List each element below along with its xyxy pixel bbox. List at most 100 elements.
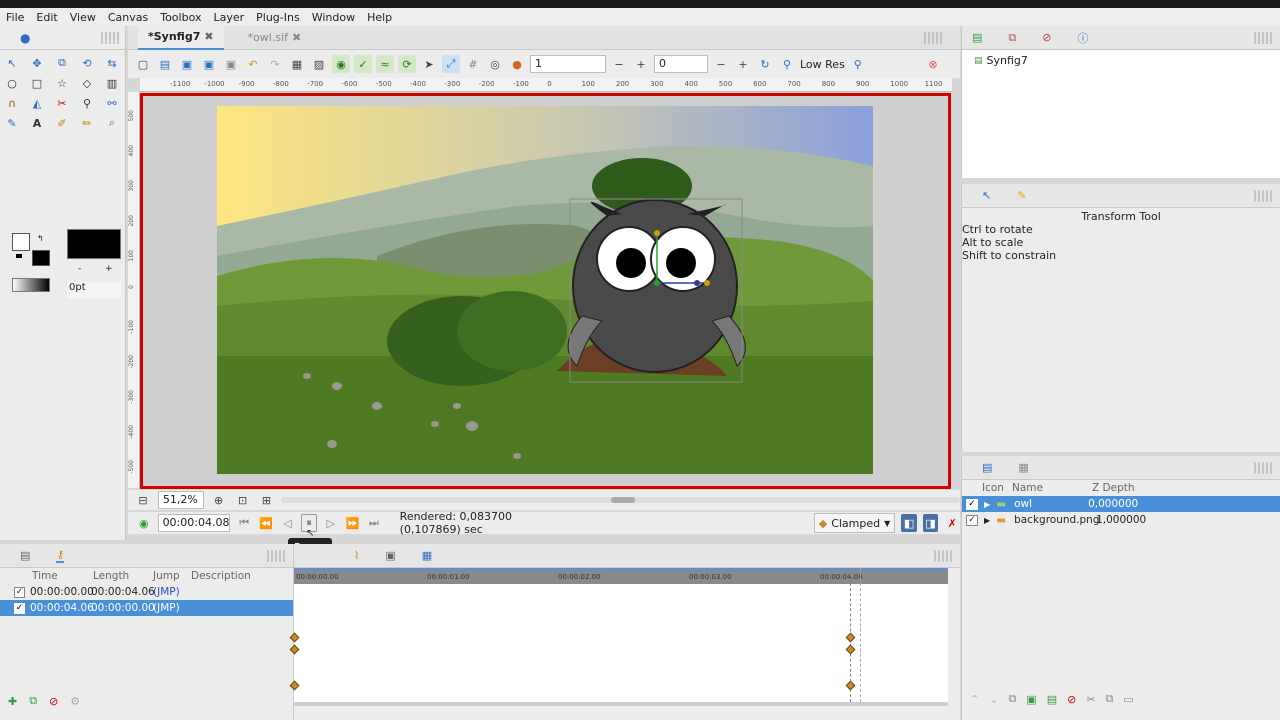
duplicate-layer-icon[interactable]: ⧉	[1008, 692, 1016, 706]
navigator-tab-icon[interactable]: ⊘	[1042, 31, 1051, 44]
seek-end-icon[interactable]: ⏭	[366, 514, 382, 532]
ungroup-layer-icon[interactable]: ▤	[1047, 693, 1057, 706]
spline-tool-icon[interactable]: ∩	[3, 94, 21, 112]
timetrack-area[interactable]	[289, 568, 948, 702]
undo-icon[interactable]: ↶	[244, 55, 262, 73]
rotate-tool-icon[interactable]: ⟲	[78, 54, 96, 72]
checkbox-checked-icon[interactable]: ✓	[966, 514, 978, 526]
new-file-icon[interactable]: ▢	[134, 55, 152, 73]
toolbox-tab-icon[interactable]: ●	[20, 31, 30, 45]
expand-icon[interactable]: ▶	[984, 516, 990, 525]
curves-tab-icon[interactable]: ⌇	[354, 549, 359, 562]
default-colors-icon[interactable]	[16, 254, 22, 258]
col-icon[interactable]: Icon	[982, 482, 1012, 494]
sketch-tool-icon[interactable]: ✐	[53, 114, 71, 132]
keyframe-lock-future-icon[interactable]: ◨	[922, 514, 939, 532]
quality-icon[interactable]: ⚲	[849, 55, 867, 73]
keyframe-time[interactable]: 00:00:04.06	[30, 602, 94, 614]
save-all-icon[interactable]: ▣	[222, 55, 240, 73]
zoom-in-icon[interactable]: ⊕	[210, 491, 228, 509]
fill-color-swatch[interactable]	[32, 250, 50, 266]
dock-grip[interactable]	[934, 549, 952, 562]
seek-begin-icon[interactable]: ⏮	[236, 514, 252, 532]
interpolation-select[interactable]: ◆ Clamped ▼	[813, 513, 896, 533]
keyframes-tab-icon[interactable]: ⚷	[56, 548, 65, 563]
next-keyframe-icon[interactable]: ⏩	[345, 514, 361, 532]
zoom-value[interactable]: 51,2%	[157, 491, 204, 509]
preview-icon[interactable]: ▨	[310, 55, 328, 73]
menu-plugins[interactable]: Plug-Ins	[256, 11, 300, 24]
keyframe-jump[interactable]: (JMP)	[153, 586, 180, 598]
dock-grip[interactable]	[924, 32, 942, 44]
onion-past-increment[interactable]: +	[632, 55, 650, 73]
bone-tool-icon[interactable]: ⚯	[103, 94, 121, 112]
width-increase-button[interactable]: +	[105, 264, 113, 274]
menu-toolbox[interactable]: Toolbox	[160, 11, 201, 24]
artboard[interactable]	[217, 106, 873, 474]
canvas-browser-tab-icon[interactable]: ▤	[972, 31, 982, 44]
dock-grip[interactable]	[101, 31, 119, 44]
outline-color-swatch[interactable]	[12, 233, 30, 251]
save-as-icon[interactable]: ▣	[200, 55, 218, 73]
polygon-tool-icon[interactable]: ◇	[78, 74, 96, 92]
history-tab-icon[interactable]: ✎	[1017, 189, 1026, 202]
keyframe-jump[interactable]: (JMP)	[153, 602, 180, 614]
onion-future-field[interactable]: 0	[654, 55, 708, 73]
menu-edit[interactable]: Edit	[36, 11, 57, 24]
tab-synfig7[interactable]: *Synfig7 ✖	[138, 25, 224, 50]
draw-tool-icon[interactable]: ✎	[3, 114, 21, 132]
save-icon[interactable]: ▣	[178, 55, 196, 73]
zoom-100-icon[interactable]: ⊞	[258, 491, 276, 509]
eyedrop-tool-icon[interactable]: ⚲	[78, 94, 96, 112]
gradient-swatch[interactable]	[12, 278, 50, 292]
waypoint[interactable]	[845, 680, 856, 691]
remove-keyframe-icon[interactable]: ⊘	[49, 695, 58, 708]
checkbox-checked-icon[interactable]: ✓	[14, 602, 25, 614]
menu-view[interactable]: View	[70, 11, 96, 24]
onion-skin-icon[interactable]: ●	[508, 55, 526, 73]
keyframe-row[interactable]: ✓ 00:00:04.06 00:00:00.00 (JMP)	[0, 600, 293, 616]
text-tool-icon[interactable]: A	[28, 114, 46, 132]
grid-icon[interactable]: #	[464, 55, 482, 73]
animation-mode-icon[interactable]: ◉	[136, 514, 152, 532]
col-name[interactable]: Name	[1012, 482, 1092, 494]
onion-future-increment[interactable]: +	[734, 55, 752, 73]
render-icon[interactable]: ▦	[288, 55, 306, 73]
menu-window[interactable]: Window	[312, 11, 355, 24]
scale-tool-icon[interactable]: ⧉	[53, 54, 71, 72]
width-handles-icon[interactable]: ≈	[376, 55, 394, 73]
fill-tool-icon[interactable]: ◭	[28, 94, 46, 112]
col-zdepth[interactable]: Z Depth	[1092, 482, 1135, 494]
zoom-tool-icon[interactable]: ⌕	[103, 114, 121, 132]
mirror-tool-icon[interactable]: ⇆	[103, 54, 121, 72]
refresh-icon[interactable]: ↻	[756, 55, 774, 73]
tab-close-icon[interactable]: ✖	[204, 30, 213, 43]
menu-layer[interactable]: Layer	[213, 11, 244, 24]
redo-icon[interactable]: ↷	[266, 55, 284, 73]
prev-keyframe-icon[interactable]: ⏪	[258, 514, 274, 532]
outline-width-value[interactable]: 0pt	[67, 282, 121, 298]
waypoint[interactable]	[845, 644, 856, 655]
col-length[interactable]: Length	[93, 570, 153, 582]
menu-file[interactable]: File	[6, 11, 24, 24]
rectangle-tool-icon[interactable]: □	[28, 74, 46, 92]
brush-tool-icon[interactable]: ✏	[78, 114, 96, 132]
star-tool-icon[interactable]: ☆	[53, 74, 71, 92]
smooth-move-tool-icon[interactable]: ✥	[28, 54, 46, 72]
transform-tool-icon[interactable]: ↖	[3, 54, 21, 72]
low-res-label[interactable]: Low Res	[800, 58, 845, 71]
zoom-fit-icon[interactable]: ⊡	[234, 491, 252, 509]
col-jump[interactable]: Jump	[153, 570, 191, 582]
copy-icon[interactable]: ⧉	[1106, 692, 1114, 706]
add-keyframe-icon[interactable]: ✚	[8, 695, 17, 708]
tab-close-icon[interactable]: ✖	[292, 31, 301, 44]
timetrack-scrollbar[interactable]	[294, 702, 948, 706]
position-handles-icon[interactable]: ➤	[420, 55, 438, 73]
onion-past-field[interactable]: 1	[530, 55, 606, 73]
checkbox-checked-icon[interactable]: ✓	[14, 586, 25, 598]
menu-help[interactable]: Help	[367, 11, 392, 24]
info-tab-icon[interactable]: ⓘ	[1077, 30, 1088, 46]
tab-owl-sif[interactable]: *owl.sif ✖	[238, 26, 312, 50]
keyframe-row[interactable]: ✓ 00:00:00.00 00:00:04.06 (JMP)	[0, 584, 293, 600]
menu-canvas[interactable]: Canvas	[108, 11, 148, 24]
